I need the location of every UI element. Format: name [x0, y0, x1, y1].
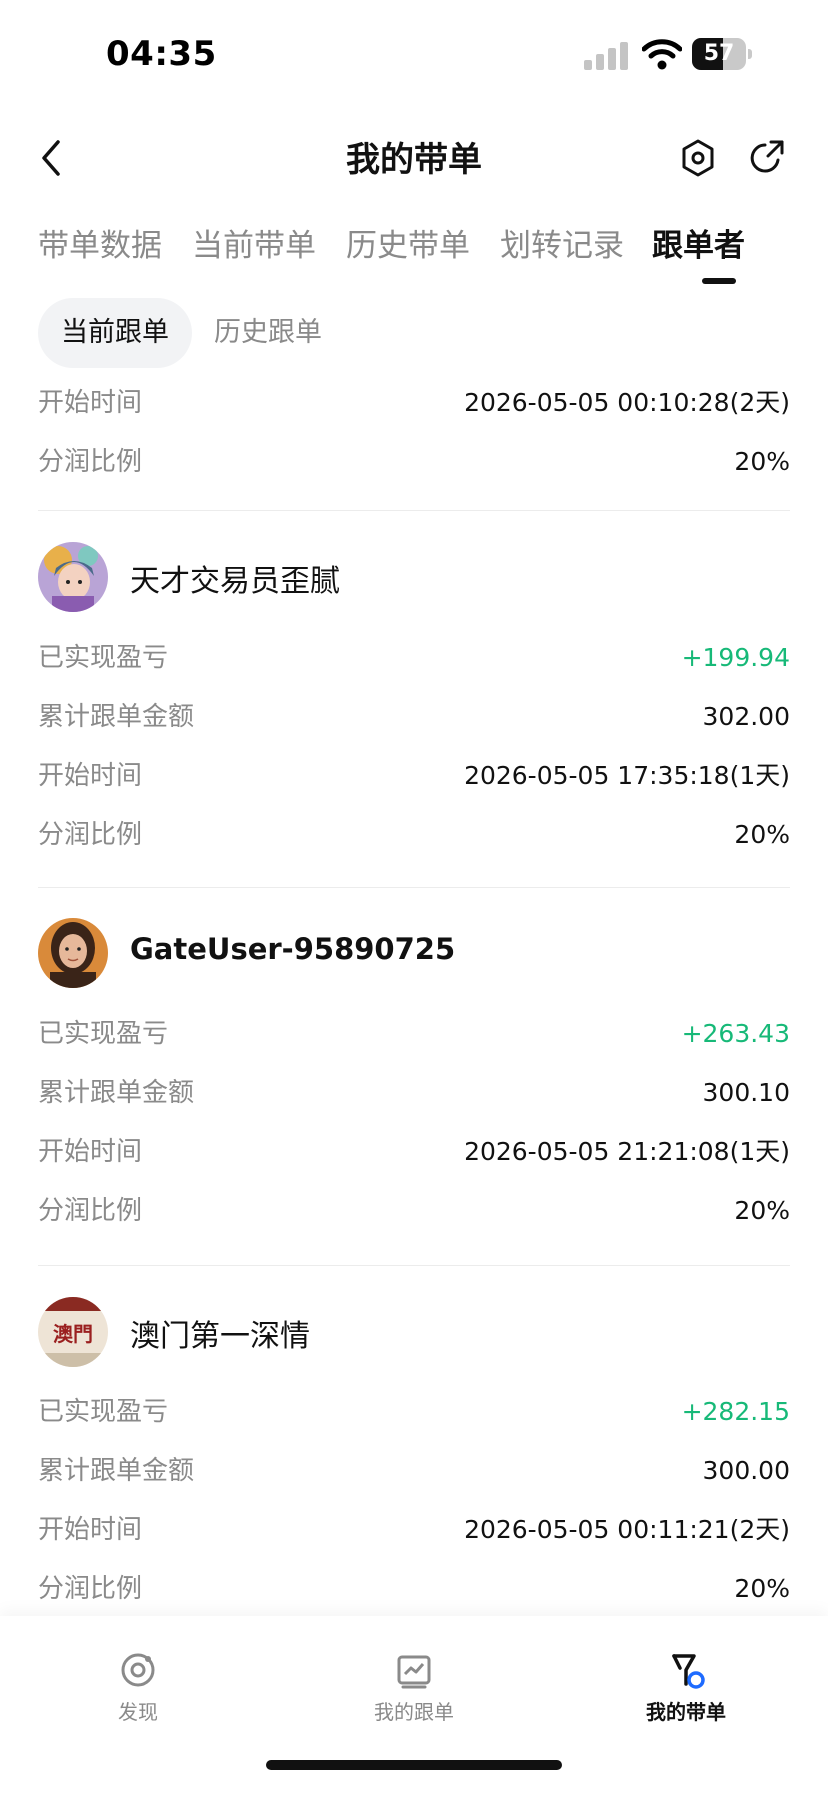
total-amount-value: 300.00 — [702, 1456, 790, 1485]
avatar-logo-text: 澳門 — [53, 1322, 93, 1346]
battery-level: 57 — [703, 41, 735, 66]
total-amount-value: 300.10 — [702, 1078, 790, 1107]
total-amount-row: 累计跟单金额 300.10 — [38, 1073, 790, 1132]
realized-pnl-value: +282.15 — [681, 1397, 790, 1426]
active-tab-indicator — [702, 278, 736, 284]
home-indicator — [266, 1760, 562, 1770]
nav-my-lead[interactable]: 我的带单 — [616, 1650, 756, 1725]
follower-details: 已实现盈亏 +199.94 累计跟单金额 302.00 开始时间 2026-05… — [38, 638, 790, 874]
wifi-icon — [642, 39, 682, 70]
follower-details: 已实现盈亏 +282.15 累计跟单金额 300.00 开始时间 2026-05… — [38, 1392, 790, 1628]
follower-header[interactable]: GateUser-95890725 — [38, 918, 790, 988]
tab-lead-data[interactable]: 带单数据 — [38, 220, 162, 265]
total-amount-label: 累计跟单金额 — [38, 702, 195, 732]
nav-my-follow[interactable]: 我的跟单 — [344, 1650, 484, 1725]
divider — [38, 1265, 790, 1266]
follower-header[interactable]: 天才交易员歪腻 — [38, 542, 790, 612]
subtab-current-follow[interactable]: 当前跟单 — [38, 298, 192, 368]
divider — [38, 887, 790, 888]
start-time-row: 开始时间 2026-05-05 17:35:18(1天) — [38, 756, 790, 815]
cellular-signal-icon — [584, 42, 628, 70]
profit-share-value: 20% — [734, 820, 790, 849]
profit-share-label: 分润比例 — [38, 447, 143, 477]
anime-avatar — [38, 542, 108, 612]
main-tabs: 带单数据 当前带单 历史带单 划转记录 跟单者 — [38, 214, 798, 284]
start-time-row: 开始时间 2026-05-05 21:21:08(1天) — [38, 1132, 790, 1191]
nav-discover[interactable]: 发现 — [68, 1650, 208, 1725]
start-time-label: 开始时间 — [38, 1137, 143, 1167]
follower-name: 澳门第一深情 — [130, 1319, 310, 1354]
tab-followers[interactable]: 跟单者 — [652, 220, 745, 265]
discover-icon — [121, 1653, 155, 1687]
my-follow-icon — [397, 1655, 431, 1689]
profit-share-value: 20% — [734, 1196, 790, 1225]
tab-current-lead[interactable]: 当前带单 — [192, 220, 316, 265]
partial-follower-details: 开始时间 2026-05-05 00:10:28(2天) 分润比例 20% — [38, 383, 790, 501]
macau-cafe-logo-avatar: 澳門 — [38, 1297, 108, 1367]
nav-my-follow-label: 我的跟单 — [374, 1700, 454, 1724]
total-amount-label: 累计跟单金额 — [38, 1078, 195, 1108]
profit-share-value: 20% — [734, 1574, 790, 1603]
realized-pnl-value: +263.43 — [681, 1019, 790, 1048]
my-lead-icon — [672, 1654, 705, 1689]
tab-history-lead[interactable]: 历史带单 — [346, 220, 470, 265]
follower-name: 天才交易员歪腻 — [130, 564, 340, 599]
profit-share-label: 分润比例 — [38, 820, 143, 850]
battery-icon: 57 — [692, 38, 752, 70]
nav-discover-label: 发现 — [118, 1700, 158, 1724]
profit-share-value: 20% — [734, 447, 790, 476]
start-time-label: 开始时间 — [38, 1515, 143, 1545]
realized-pnl-label: 已实现盈亏 — [38, 1397, 169, 1427]
settings-icon[interactable] — [680, 138, 716, 178]
profit-share-label: 分润比例 — [38, 1574, 143, 1604]
profit-share-label: 分润比例 — [38, 1196, 143, 1226]
realized-pnl-value: +199.94 — [681, 643, 790, 672]
start-time-label: 开始时间 — [38, 388, 143, 418]
realized-pnl-row: 已实现盈亏 +199.94 — [38, 638, 790, 697]
header: 我的带单 — [0, 110, 828, 206]
follower-details: 已实现盈亏 +263.43 累计跟单金额 300.10 开始时间 2026-05… — [38, 1014, 790, 1250]
start-time-label: 开始时间 — [38, 761, 143, 791]
nav-my-lead-label: 我的带单 — [646, 1700, 726, 1724]
subtab-history-follow[interactable]: 历史跟单 — [214, 298, 322, 368]
realized-pnl-row: 已实现盈亏 +263.43 — [38, 1014, 790, 1073]
total-amount-row: 累计跟单金额 300.00 — [38, 1451, 790, 1510]
total-amount-row: 累计跟单金额 302.00 — [38, 697, 790, 756]
woman-portrait-avatar — [38, 918, 108, 988]
start-time-value: 2026-05-05 00:11:21(2天) — [464, 1515, 790, 1544]
realized-pnl-row: 已实现盈亏 +282.15 — [38, 1392, 790, 1451]
start-time-value: 2026-05-05 21:21:08(1天) — [464, 1137, 790, 1166]
follower-header[interactable]: 澳門 澳门第一深情 — [38, 1297, 790, 1367]
realized-pnl-label: 已实现盈亏 — [38, 643, 169, 673]
profit-share-row: 分润比例 20% — [38, 815, 790, 874]
total-amount-label: 累计跟单金额 — [38, 1456, 195, 1486]
start-time-row: 开始时间 2026-05-05 00:11:21(2天) — [38, 1510, 790, 1569]
start-time-row: 开始时间 2026-05-05 00:10:28(2天) — [38, 383, 790, 442]
follower-name: GateUser-95890725 — [130, 932, 456, 966]
total-amount-value: 302.00 — [702, 702, 790, 731]
start-time-value: 2026-05-05 17:35:18(1天) — [464, 761, 790, 790]
realized-pnl-label: 已实现盈亏 — [38, 1019, 169, 1049]
profit-share-row: 分润比例 20% — [38, 1191, 790, 1250]
share-icon[interactable] — [748, 138, 786, 176]
tab-transfer-records[interactable]: 划转记录 — [500, 220, 624, 265]
status-time: 04:35 — [106, 34, 217, 74]
status-bar: 04:35 57 — [0, 0, 828, 110]
start-time-value: 2026-05-05 00:10:28(2天) — [464, 388, 790, 417]
divider — [38, 510, 790, 511]
profit-share-row: 分润比例 20% — [38, 442, 790, 501]
